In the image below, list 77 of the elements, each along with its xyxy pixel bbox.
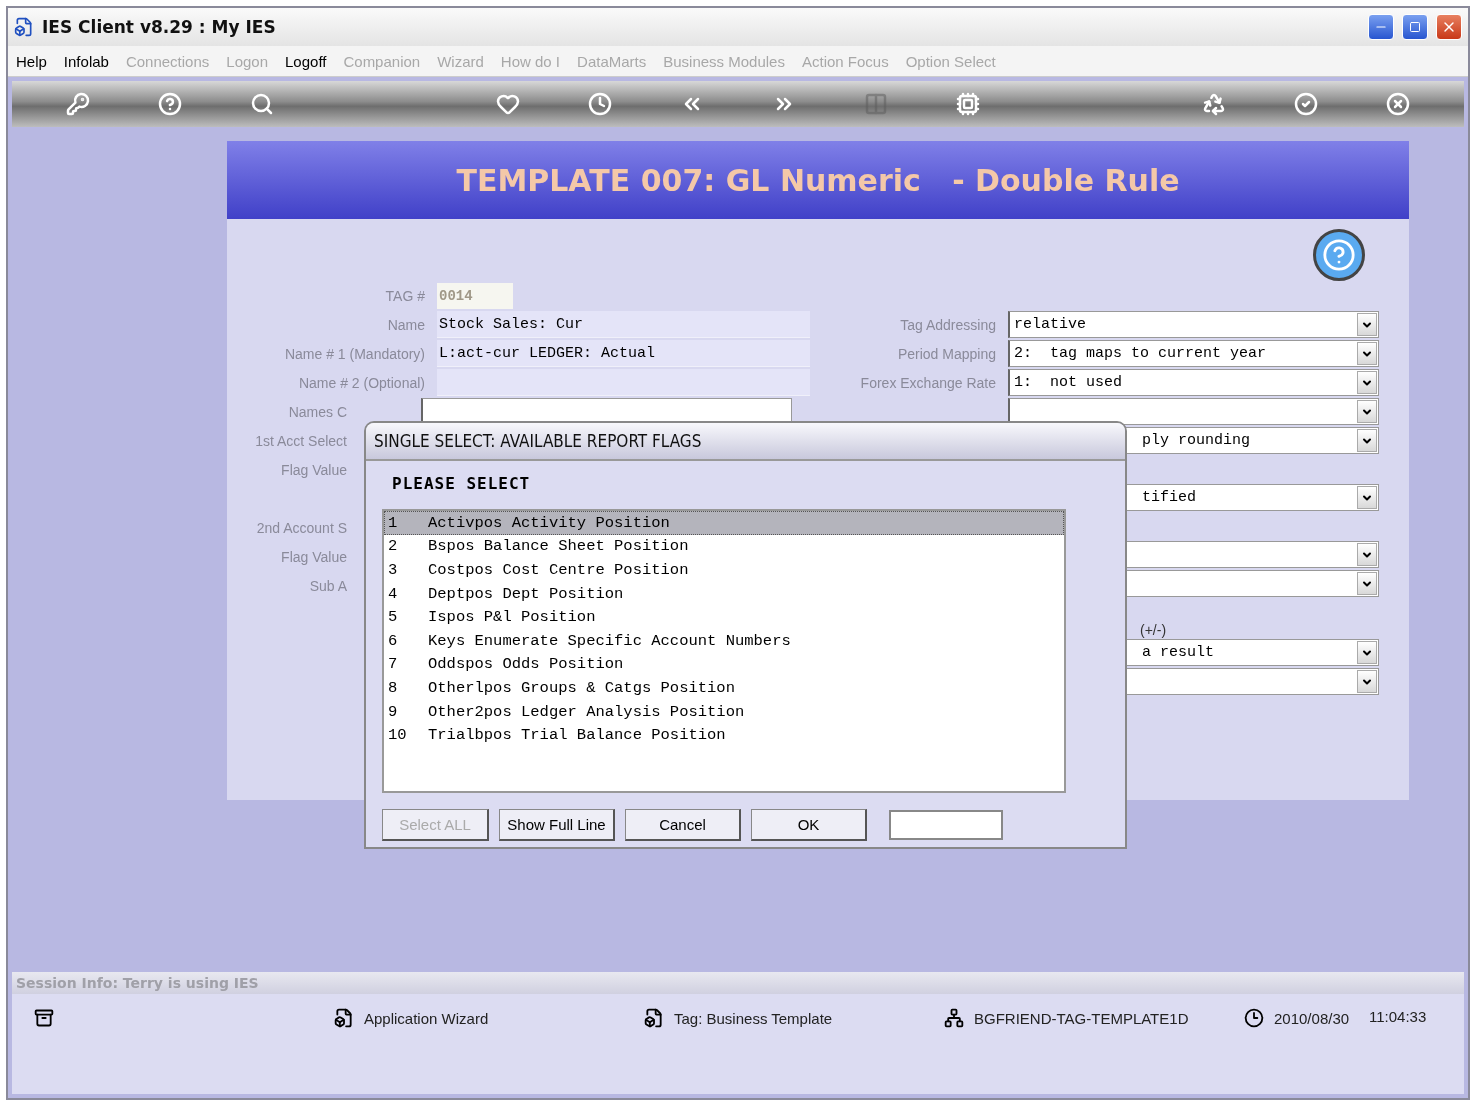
menu-item[interactable]: Logoff	[285, 52, 327, 70]
dropdown-button[interactable]	[1357, 486, 1377, 509]
dropdown-button[interactable]	[1357, 371, 1377, 394]
field-label: (+/-)	[1139, 622, 1167, 638]
check-icon	[1294, 92, 1318, 116]
dropdown-button[interactable]	[1357, 543, 1377, 566]
recycle-icon	[1202, 92, 1226, 116]
dialog-button[interactable]: OK	[751, 809, 867, 841]
dropdown-button[interactable]	[1357, 429, 1377, 452]
document-icon	[644, 1008, 664, 1028]
text-field[interactable]: L:act-cur LEDGER: Actual	[437, 340, 810, 367]
cabinet-icon	[34, 1008, 54, 1028]
maximize-button[interactable]	[1402, 14, 1428, 40]
status-text: 11:04:33	[1369, 1008, 1427, 1025]
dropdown-button[interactable]	[1357, 313, 1377, 336]
key-icon	[66, 92, 90, 116]
dialog-title: SINGLE SELECT: AVAILABLE REPORT FLAGS	[374, 431, 702, 451]
field-label: Sub A	[308, 577, 348, 594]
help-button[interactable]	[1313, 229, 1365, 281]
menu-item[interactable]: Help	[16, 52, 47, 70]
heart-icon	[496, 92, 520, 116]
dropdown-field[interactable]	[1008, 398, 1379, 425]
list-item[interactable]: 8 Otherlpos Groups & Catgs Position	[384, 676, 1064, 700]
dropdown-button[interactable]	[1357, 641, 1377, 664]
dialog-button[interactable]: Cancel	[625, 809, 741, 841]
field-label: 1st Acct Select	[254, 432, 348, 449]
search-icon	[250, 92, 274, 116]
close-button[interactable]	[1436, 14, 1462, 40]
status-text: Application Wizard	[364, 1009, 489, 1027]
dropdown-button[interactable]	[1357, 572, 1377, 595]
session-info: Session Info: Terry is using IES	[16, 975, 259, 991]
help-icon	[158, 92, 182, 116]
clock-icon	[588, 92, 612, 116]
field-label: Name # 1 (Mandatory)	[283, 345, 426, 362]
list-item[interactable]: 9 Other2pos Ledger Analysis Position	[384, 699, 1064, 724]
list-item[interactable]: 5 Ispos P&l Position	[384, 605, 1064, 629]
field-label: Flag Value	[280, 461, 348, 478]
list-item[interactable]: 4 Deptpos Dept Position	[384, 581, 1064, 606]
list-item[interactable]: 2 Bspos Balance Sheet Position	[384, 534, 1064, 559]
dropdown-button[interactable]	[1357, 342, 1377, 365]
field-label: Forex Exchange Rate	[859, 374, 997, 391]
close-icon	[1386, 92, 1410, 116]
network-icon	[944, 1008, 964, 1028]
status-text: Tag: Business Template	[674, 1009, 833, 1027]
maximize-icon	[1409, 21, 1421, 33]
chip-icon	[956, 92, 980, 116]
dropdown-field[interactable]: 1: not used	[1008, 369, 1379, 396]
field-label: Names C	[287, 403, 348, 420]
field-label: Tag Addressing	[899, 316, 997, 333]
list-item[interactable]: 1 Activpos Activity Position	[384, 511, 1064, 535]
list-item[interactable]: 3 Costpos Cost Centre Position	[384, 558, 1064, 582]
clock-icon	[1244, 1008, 1264, 1028]
input-field[interactable]	[889, 810, 1003, 840]
text-field[interactable]: Stock Sales: Cur	[437, 311, 810, 338]
list-item[interactable]: 10 Trialbpos Trial Balance Position	[384, 723, 1064, 747]
menu-item[interactable]: Infolab	[63, 52, 109, 70]
minimize-button[interactable]	[1368, 14, 1394, 40]
field-label: Name	[386, 316, 426, 333]
app-icon	[14, 17, 34, 37]
dropdown-field[interactable]: 2: tag maps to current year	[1008, 340, 1379, 367]
status-text: BGFRIEND-TAG-TEMPLATE1D	[974, 1009, 1189, 1027]
window-title: IES Client v8.29 : My IES	[42, 17, 277, 37]
dialog-prompt: PLEASE SELECT	[392, 474, 531, 493]
field-label: 2nd Account S	[255, 519, 348, 536]
field-label: Period Mapping	[896, 345, 997, 362]
field-label: TAG #	[384, 287, 426, 304]
text-field[interactable]	[437, 369, 810, 396]
field-label: Name # 2 (Optional)	[297, 374, 426, 391]
dialog-button[interactable]: Show Full Line	[499, 809, 615, 841]
panel-title: TEMPLATE 007: GL Numeric - Double Rule	[456, 162, 1180, 198]
dropdown-button[interactable]	[1357, 670, 1377, 693]
columns-icon	[864, 92, 888, 116]
dropdown-button[interactable]	[1357, 400, 1377, 423]
dropdown-field[interactable]: relative	[1008, 311, 1379, 338]
status-text: 2010/08/30	[1274, 1009, 1350, 1027]
help-icon	[1322, 238, 1356, 272]
field-label: Flag Value	[280, 548, 348, 565]
